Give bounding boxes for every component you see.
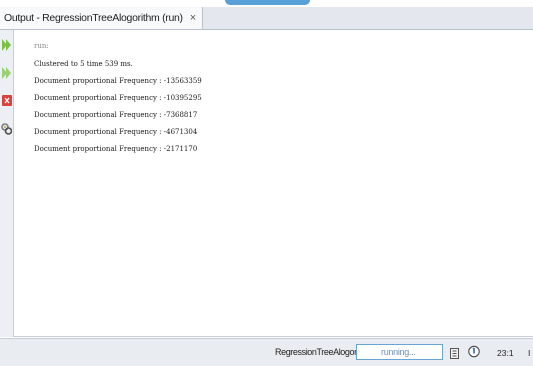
progress-text: running...: [381, 347, 416, 357]
progress-bar[interactable]: running...: [356, 344, 443, 360]
output-window: Output - RegressionTreeAlogorithm (run) …: [0, 0, 533, 366]
settings-icon[interactable]: [1, 122, 12, 135]
notification-icon[interactable]: [468, 345, 480, 363]
insert-mode: I: [528, 348, 531, 358]
stop-icon[interactable]: [1, 94, 12, 107]
output-line: Clustered to 5 time 539 ms.: [34, 60, 133, 68]
partial-logo: [225, 0, 310, 5]
tab-title: Output - RegressionTreeAlogorithm (run): [4, 12, 183, 24]
output-line: Document proportional Frequency : -73688…: [34, 111, 198, 119]
rerun-icon[interactable]: [1, 38, 12, 51]
close-icon[interactable]: ×: [190, 12, 196, 24]
tab-bar: Output - RegressionTreeAlogorithm (run) …: [0, 7, 533, 30]
top-edge: [0, 0, 533, 7]
caret-position: 23:1: [497, 348, 514, 358]
output-console[interactable]: run: Clustered to 5 time 539 ms. Documen…: [14, 30, 533, 337]
output-line: run:: [34, 42, 49, 50]
rerun-with-options-icon[interactable]: [1, 66, 12, 79]
output-line: Document proportional Frequency : -46713…: [34, 128, 198, 136]
output-toolbar: [0, 30, 14, 337]
tab-output[interactable]: Output - RegressionTreeAlogorithm (run) …: [0, 7, 203, 29]
output-line: Document proportional Frequency : -10395…: [34, 94, 202, 102]
status-bar: RegressionTreeAlogorithm (run) running..…: [0, 338, 533, 366]
output-line: Document proportional Frequency : -21711…: [34, 145, 198, 153]
output-line: Document proportional Frequency : -13563…: [34, 77, 202, 85]
cancel-task-icon[interactable]: [450, 346, 459, 364]
